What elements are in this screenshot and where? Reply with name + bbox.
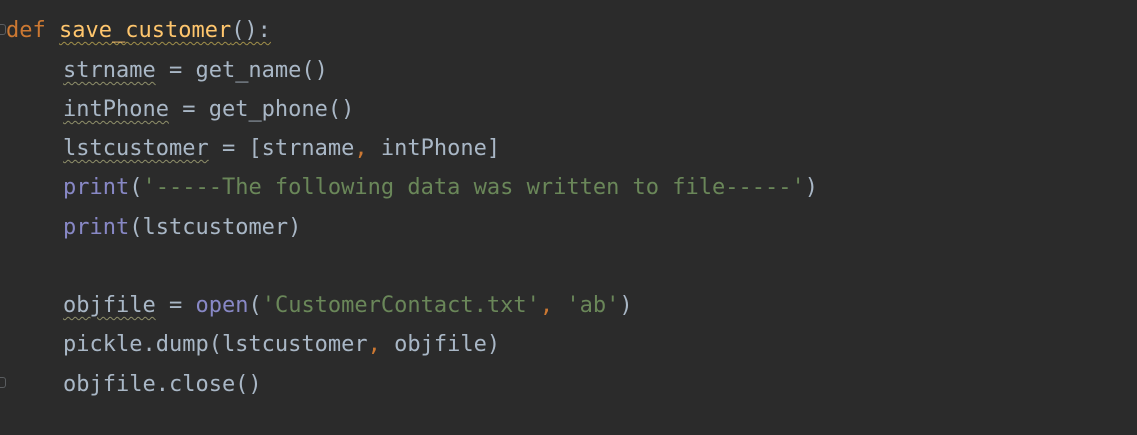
assignment-get-phone: = get_phone() xyxy=(168,97,355,122)
code-line-4[interactable]: lstcustomer = [strname, intPhone] xyxy=(63,134,500,164)
code-line-3[interactable]: intPhone = get_phone() xyxy=(63,95,354,125)
list-comma: , xyxy=(354,136,368,161)
string-mode: 'ab' xyxy=(566,293,620,318)
open-paren: ( xyxy=(129,175,143,200)
list-end: intPhone] xyxy=(367,136,501,161)
code-line-8[interactable]: objfile = open('CustomerContact.txt', 'a… xyxy=(63,291,633,321)
print-args: (lstcustomer) xyxy=(129,215,302,240)
file-close-call: objfile.close() xyxy=(63,372,262,397)
keyword-def: def xyxy=(6,18,46,43)
code-line-5[interactable]: print('-----The following data was writt… xyxy=(63,173,818,203)
code-line-10[interactable]: objfile.close() xyxy=(63,370,262,400)
editor-gutter xyxy=(0,0,6,435)
arg-comma: , xyxy=(367,332,381,357)
arg-comma: , xyxy=(539,293,554,318)
variable-lstcustomer: lstcustomer xyxy=(63,136,209,161)
assignment-operator: = xyxy=(155,293,196,318)
function-params: (): xyxy=(231,18,271,43)
fold-end-icon[interactable] xyxy=(0,377,6,388)
code-line-2[interactable]: strname = get_name() xyxy=(63,56,328,86)
code-line-9[interactable]: pickle.dump(lstcustomer, objfile) xyxy=(63,330,500,360)
code-editor[interactable]: def save_customer(): strname = get_name(… xyxy=(0,0,1137,435)
variable-objfile: objfile xyxy=(63,293,156,318)
string-filename: 'CustomerContact.txt' xyxy=(261,293,540,318)
variable-strname: strname xyxy=(63,58,156,83)
code-line-1[interactable]: def save_customer(): xyxy=(6,16,271,46)
list-start: = [strname xyxy=(208,136,355,161)
code-line-6[interactable]: print(lstcustomer) xyxy=(63,213,301,243)
function-name: save_customer xyxy=(59,18,232,43)
pickle-dump-end: objfile) xyxy=(380,332,501,357)
close-paren: ) xyxy=(804,175,818,200)
builtin-open: open xyxy=(195,293,249,318)
builtin-print: print xyxy=(63,215,130,240)
open-paren: ( xyxy=(248,293,262,318)
builtin-print: print xyxy=(63,175,130,200)
close-paren: ) xyxy=(619,293,633,318)
pickle-dump-start: pickle.dump(lstcustomer xyxy=(63,332,368,357)
string-literal: '-----The following data was written to … xyxy=(142,175,805,200)
arg-space xyxy=(553,293,566,318)
variable-intphone: intPhone xyxy=(63,97,169,122)
assignment-get-name: = get_name() xyxy=(155,58,328,83)
